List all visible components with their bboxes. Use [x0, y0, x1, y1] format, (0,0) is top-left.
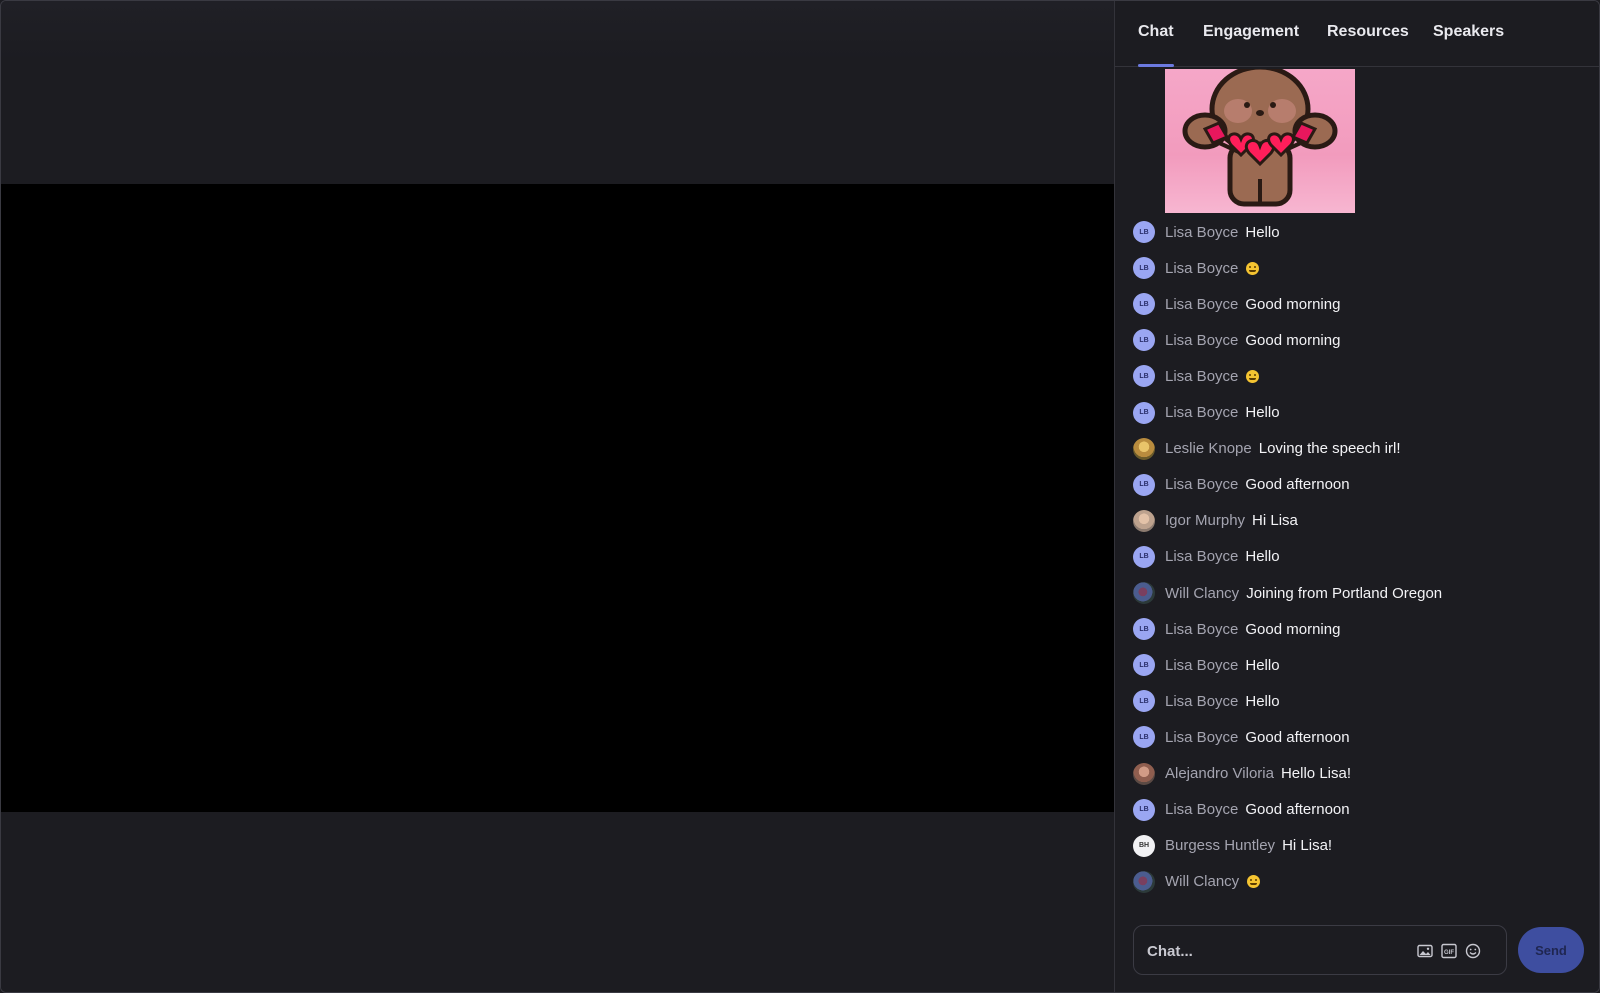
video-player[interactable]: [1, 184, 1114, 812]
emoji-icon[interactable]: [1465, 943, 1481, 959]
tab-resources[interactable]: Resources: [1327, 23, 1409, 41]
avatar[interactable]: LB: [1133, 221, 1155, 243]
message-sender[interactable]: Will Clancy: [1165, 873, 1239, 890]
message-text: Good morning: [1245, 295, 1341, 313]
avatar[interactable]: LB: [1133, 473, 1155, 496]
message-sender[interactable]: Lisa Boyce: [1165, 260, 1238, 277]
chat-message-list[interactable]: LB Lisa Boyce Hello LB Lisa Boyce LB Lisa Boyc…: [1115, 67, 1599, 911]
avatar[interactable]: LB: [1133, 329, 1155, 352]
avatar[interactable]: [1133, 509, 1155, 532]
message-text: Good morning: [1245, 331, 1341, 349]
chat-message: Igor Murphy Hi Lisa: [1133, 509, 1298, 533]
chat-message: LB Lisa Boyce: [1133, 256, 1260, 280]
message-text: Hello: [1245, 223, 1280, 241]
avatar[interactable]: LB: [1133, 654, 1155, 677]
chat-message: Will Clancy Joining from Portland Oregon: [1133, 581, 1442, 605]
chat-message: LB Lisa Boyce Hello: [1133, 689, 1280, 713]
message-sender[interactable]: Lisa Boyce: [1165, 224, 1238, 241]
message-text: Hi Lisa!: [1282, 837, 1333, 855]
side-panel: Chat Engagement Resources Speakers LB Li…: [1114, 1, 1599, 992]
message-sender[interactable]: Lisa Boyce: [1165, 729, 1238, 746]
message-sender[interactable]: Lisa Boyce: [1165, 332, 1238, 349]
emoji-reaction-icon: [1247, 875, 1261, 889]
chat-message: LB Lisa Boyce Hello: [1133, 401, 1280, 425]
gif-label: GIF: [1444, 950, 1454, 956]
emoji-reaction-icon: [1246, 261, 1260, 275]
chat-message: LB Lisa Boyce Good afternoon: [1133, 798, 1350, 822]
avatar[interactable]: LB: [1133, 618, 1155, 641]
tab-engagement[interactable]: Engagement: [1203, 23, 1299, 41]
avatar[interactable]: LB: [1133, 365, 1155, 388]
chat-input[interactable]: [1145, 926, 1399, 976]
message-sender[interactable]: Lisa Boyce: [1165, 404, 1238, 421]
avatar[interactable]: LB: [1133, 257, 1155, 280]
send-button[interactable]: Send: [1518, 927, 1584, 973]
tab-speakers[interactable]: Speakers: [1433, 23, 1504, 41]
message-text: Joining from Portland Oregon: [1246, 584, 1443, 602]
chat-message: LB Lisa Boyce Hello: [1133, 545, 1280, 569]
chat-message: LB Lisa Boyce Hello: [1133, 653, 1280, 677]
avatar[interactable]: LB: [1133, 798, 1155, 821]
message-sender[interactable]: Lisa Boyce: [1165, 657, 1238, 674]
chat-message: BH Burgess Huntley Hi Lisa!: [1133, 834, 1332, 858]
chat-message: LB Lisa Boyce Good morning: [1133, 292, 1340, 316]
avatar[interactable]: [1133, 437, 1155, 460]
message-text: Good afternoon: [1245, 728, 1350, 746]
avatar[interactable]: [1133, 582, 1155, 604]
chat-message: LB Lisa Boyce: [1133, 364, 1260, 388]
avatar[interactable]: LB: [1133, 726, 1155, 749]
avatar[interactable]: LB: [1133, 293, 1155, 316]
avatar[interactable]: LB: [1133, 545, 1155, 568]
app-window: Chat Engagement Resources Speakers LB Li…: [0, 0, 1600, 993]
image-icon[interactable]: [1417, 943, 1433, 959]
avatar[interactable]: BH: [1133, 834, 1155, 857]
message-sender[interactable]: Burgess Huntley: [1165, 837, 1275, 854]
message-sender[interactable]: Alejandro Viloria: [1165, 765, 1274, 782]
message-sender[interactable]: Lisa Boyce: [1165, 368, 1238, 385]
message-text: Hello: [1245, 404, 1280, 421]
message-sender[interactable]: Lisa Boyce: [1165, 693, 1238, 710]
chat-message: LB Lisa Boyce Good afternoon: [1133, 473, 1350, 497]
avatar[interactable]: LB: [1133, 690, 1155, 713]
message-text: Hi Lisa: [1252, 512, 1298, 530]
message-text: Hello: [1245, 548, 1280, 566]
message-text: Hello: [1245, 656, 1280, 674]
chat-message: LB Lisa Boyce Good morning: [1133, 328, 1340, 352]
avatar[interactable]: [1133, 870, 1155, 893]
gif-icon[interactable]: GIF: [1441, 943, 1457, 959]
tab-bar: Chat Engagement Resources Speakers: [1115, 1, 1599, 67]
message-sender[interactable]: Lisa Boyce: [1165, 621, 1238, 638]
message-text: Good afternoon: [1245, 801, 1350, 819]
tab-chat[interactable]: Chat: [1138, 23, 1174, 67]
avatar[interactable]: [1133, 762, 1155, 785]
stage-area: [1, 1, 1114, 992]
chat-message: LB Lisa Boyce Hello: [1133, 220, 1280, 244]
message-sender[interactable]: Leslie Knope: [1165, 440, 1252, 457]
message-sender[interactable]: Igor Murphy: [1165, 512, 1245, 529]
chat-message: Alejandro Viloria Hello Lisa!: [1133, 762, 1351, 786]
message-text: Good morning: [1245, 620, 1341, 638]
message-sender[interactable]: Lisa Boyce: [1165, 296, 1238, 313]
chat-message: LB Lisa Boyce Good morning: [1133, 617, 1340, 641]
avatar[interactable]: LB: [1133, 401, 1155, 424]
bear-sticker-icon: [1182, 69, 1338, 207]
chat-message: Leslie Knope Loving the speech irl!: [1133, 437, 1401, 461]
message-sender[interactable]: Will Clancy: [1165, 585, 1239, 602]
message-text: Good afternoon: [1245, 476, 1350, 494]
emoji-reaction-icon: [1246, 369, 1260, 383]
message-sender[interactable]: Lisa Boyce: [1165, 476, 1238, 493]
message-text: Hello: [1245, 692, 1280, 710]
chat-message: Will Clancy: [1133, 870, 1261, 894]
message-sender[interactable]: Lisa Boyce: [1165, 548, 1238, 565]
chat-message: LB Lisa Boyce Good afternoon: [1133, 725, 1350, 749]
message-sender[interactable]: Lisa Boyce: [1165, 801, 1238, 818]
message-text: Hello Lisa!: [1280, 765, 1352, 782]
bear-hearts-sticker: [1165, 69, 1355, 213]
chat-composer: GIF: [1133, 925, 1507, 976]
message-text: Loving the speech irl!: [1258, 440, 1401, 458]
